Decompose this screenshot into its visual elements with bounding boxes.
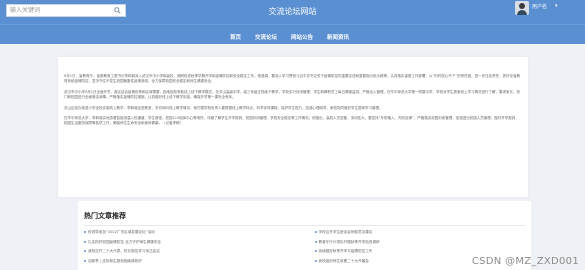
username-label[interactable]: 用户名: [532, 3, 547, 10]
chevron-down-icon[interactable]: ▾: [555, 3, 558, 9]
hot-article-title[interactable]: 迎新季 | 这份新生报到指南请收好: [88, 259, 142, 263]
bullet-icon: [84, 231, 86, 234]
hot-article-item[interactable]: 校领导参加“2022广东区域发展论坛”活动: [84, 229, 295, 237]
bullet-icon: [84, 240, 86, 243]
hot-article-title[interactable]: 扎实抓好校园疫情防控 全力守护师生健康安全: [88, 240, 161, 244]
top-header-bar: 交流论坛网站 用户名 ▾: [0, 0, 585, 24]
hot-article-item[interactable]: 学校召开学生座谈会听取意见建议: [314, 229, 526, 237]
main-nav-bar: 首页 交流论坛 网站公告 新闻资讯: [0, 24, 585, 44]
bullet-icon: [84, 250, 86, 253]
hot-articles-panel: 热门文章推荐 校领导参加“2022广东区域发展论坛”活动 学校召开学生座谈会听取…: [78, 201, 531, 270]
article-card: 9月1日，省教育厅，省委教育工委书记李和城深入武汉市中小学和高校，调研检查秋季学…: [58, 57, 528, 197]
article-paragraph: 武汉市中小学9月1日全面开学，各区结合疫情形势和区域需要，因地因校采取线上线下教…: [64, 89, 520, 100]
hot-article-title[interactable]: 我校组织师生收看二十大开幕会: [319, 259, 369, 263]
nav-item-announcements[interactable]: 网站公告: [291, 33, 313, 41]
hot-article-title[interactable]: 持续做好秋季开学与疫情防控工作: [319, 249, 373, 253]
bullet-icon: [84, 259, 86, 262]
avatar[interactable]: [515, 1, 529, 15]
hot-article-item[interactable]: 我校召开二十大代表、校长报告学习传达会议: [84, 248, 295, 256]
hot-article-title[interactable]: 我校召开二十大代表、校长报告学习传达会议: [88, 249, 160, 253]
hot-article-title[interactable]: 教育厅厅长带队开展秋季开学检查调研: [319, 240, 380, 244]
search-box[interactable]: [6, 4, 126, 17]
article-paragraph: 9月1日，省教育厅，省委教育工委书记李和城深入武汉市中小学和高校，调研检查秋季学…: [64, 74, 521, 84]
bullet-icon: [314, 240, 317, 243]
hot-article-item[interactable]: 教育厅厅长带队开展秋季开学检查调研: [314, 239, 526, 247]
nav-item-home[interactable]: 首页: [230, 33, 241, 41]
bullet-icon: [314, 250, 317, 253]
search-input[interactable]: [7, 5, 109, 16]
hot-articles-title: 热门文章推荐: [84, 212, 126, 220]
divider: [84, 225, 525, 226]
nav-item-forum[interactable]: 交流论坛: [255, 33, 277, 41]
hot-article-item[interactable]: 持续做好秋季开学与疫情防控工作: [314, 248, 526, 256]
bullet-icon: [314, 259, 317, 262]
article-paragraph: 在华中师范大学，李和城实地查看智能测温入校通道、学生食堂、校园110指挥中心等场…: [64, 116, 519, 126]
nav-item-news[interactable]: 新闻资讯: [327, 33, 349, 41]
article-paragraph: 洪山区街办英语小学全校实施线上教学，李和城走进教室，关切询问线上教学情况。他叮嘱…: [64, 105, 383, 110]
hot-article-item[interactable]: 迎新季 | 这份新生报到指南请收好: [84, 258, 295, 266]
bullet-icon: [314, 231, 317, 234]
watermark: CSDN @MZ_ZXD001: [471, 256, 579, 267]
hot-article-item[interactable]: 扎实抓好校园疫情防控 全力守护师生健康安全: [84, 239, 295, 247]
hot-article-title[interactable]: 校领导参加“2022广东区域发展论坛”活动: [88, 230, 155, 234]
search-icon[interactable]: [111, 6, 124, 15]
hot-article-title[interactable]: 学校召开学生座谈会听取意见建议: [319, 230, 373, 234]
